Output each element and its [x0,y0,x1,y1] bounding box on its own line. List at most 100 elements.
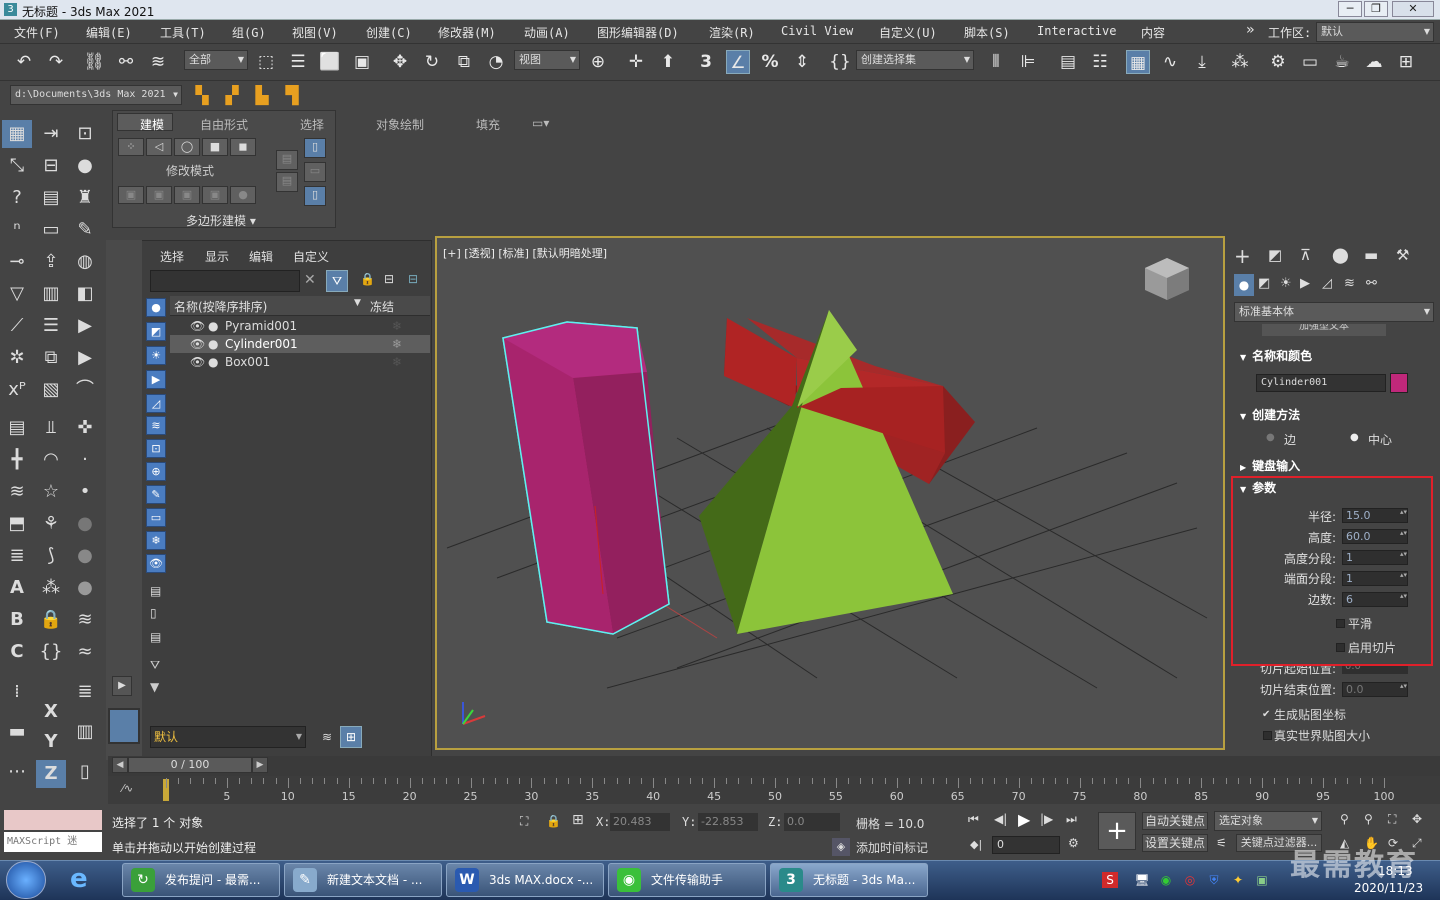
brush-tool-icon[interactable]: ⌒ [70,376,100,404]
current-frame-spinner[interactable]: 0 [992,836,1060,854]
tab-modeling[interactable]: 建模 [140,116,164,133]
visibility-eye-icon[interactable]: 👁 [190,317,205,335]
task-3dsmax[interactable]: 3 无标题 - 3ds Ma... [770,863,928,897]
display-containers-icon[interactable]: ▭ [146,508,166,527]
x-coord-field[interactable]: 20.483 [610,813,670,831]
visibility-eye-icon[interactable]: 👁 [190,335,205,353]
poly-modeling-dropdown[interactable]: 多边形建模 ▾ [186,212,256,229]
create-tab-icon[interactable]: + [1234,244,1251,268]
speaker-tool-icon[interactable]: ◧ [70,280,100,308]
paint-tool-icon[interactable]: ⟆ [36,542,66,570]
textplus-button[interactable]: 加强型文本 [1262,324,1386,336]
shapes-icon[interactable]: ◩ [1258,276,1270,291]
dope-sheet-icon[interactable]: ⤓ [1190,50,1214,74]
reference-coord-dropdown[interactable]: 视图 ▼ [514,50,580,70]
layer-tool-icon[interactable]: ▤ [36,184,66,212]
key-mode-toggle-icon[interactable]: + [1098,812,1136,850]
slice-from-spinner[interactable]: 0.0 [1342,666,1408,674]
menu-customize[interactable]: 自定义(U) [879,24,937,41]
border-mode-button[interactable]: ◯ [174,138,200,156]
ribbon-btn-2[interactable]: ▣ [146,186,172,204]
display-none-icon[interactable]: ▯ [150,606,157,620]
scene-row-pyramid[interactable]: 👁 ● Pyramid001 ❄ [170,317,430,335]
display-frozen-icon[interactable]: ❄ [146,531,166,550]
named-selection-dropdown[interactable]: 创建选择集 ▼ [856,50,974,70]
motion-tab-icon[interactable]: ⬤ [1332,246,1349,264]
brace-tool-icon[interactable]: {} [36,638,66,666]
antivirus-tray-icon[interactable]: ◎ [1182,872,1198,888]
modify-tab-icon[interactable]: ◩ [1268,246,1282,264]
small-dot-icon[interactable]: • [70,478,100,506]
close-button[interactable]: ✕ [1392,1,1434,17]
task-notepad[interactable]: ✎ 新建文本文档 - ... [284,863,442,897]
category-dropdown[interactable]: 标准基本体 ▼ [1234,302,1434,322]
wechat-tray-icon[interactable]: ◉ [1158,872,1174,888]
time-config-icon[interactable]: ⚙ [1068,836,1079,850]
mirror-tool-icon[interactable]: ⫫ [36,414,66,442]
globe-tool-icon[interactable]: ◍ [70,248,100,276]
task-feedback[interactable]: ↻ 发布提问 - 最需... [122,863,280,897]
axis-x-icon[interactable]: X [36,698,66,726]
vertex-mode-button[interactable]: ⁘ [118,138,144,156]
ie-icon[interactable]: e [70,864,88,894]
ribbon-side-btn-4[interactable]: ▭ [304,162,326,182]
y-coord-field[interactable]: -22.853 [698,813,758,831]
schematic-view-icon[interactable]: ⁂ [1228,50,1252,74]
toggle-scene-explorer-icon[interactable]: ▤ [1056,50,1080,74]
selected-object-dropdown[interactable]: 选定对象 ▼ [1214,811,1322,831]
move-icon[interactable]: ✥ [388,50,412,74]
explorer-menu-customize[interactable]: 自定义 [293,248,329,265]
copy-tool-icon[interactable]: ⧉ [36,344,66,372]
upload-tool-icon[interactable]: ⇪ [36,248,66,276]
measure-tool-icon[interactable]: ⊸ [2,248,32,276]
select-object-icon[interactable]: ⬚ [254,50,278,74]
project-path-dropdown[interactable]: d:\Documents\3ds Max 2021 ▼ [10,85,182,105]
display-shapes-icon[interactable]: ◩ [146,322,166,341]
render-setup-icon[interactable]: ⚙ [1266,50,1290,74]
scene-row-box[interactable]: 👁 ● Box001 ❄ [170,353,430,371]
tab-freeform[interactable]: 自由形式 [200,116,248,133]
layer-manager-icon[interactable]: ⊞ [340,726,362,748]
pen-tool-icon[interactable]: ✎ [70,216,100,244]
stack5-tool-icon[interactable]: ▥ [70,718,100,746]
ribbon-side-btn-1[interactable]: ▤ [276,150,298,170]
viewport-layout-icon[interactable] [108,708,140,744]
create-project-icon[interactable]: ▙ [250,84,274,108]
hierarchy-icon[interactable]: ⊡ [70,120,100,148]
menu-group[interactable]: 组(G) [232,24,266,41]
pipette-tool-icon[interactable]: ⟋ [2,312,32,340]
prev-key-icon[interactable]: ◀| [994,812,1007,826]
set-key-button[interactable]: 设置关键点 [1142,834,1208,852]
time-tag-icon[interactable]: ◈ [832,838,850,856]
go-start-icon[interactable]: ⏮ [968,812,979,827]
axis-y-icon[interactable]: Y [36,728,66,756]
snap-toggle-icon[interactable]: 3 [694,50,718,74]
tab-object-paint[interactable]: 对象绘制 [376,116,424,133]
menu-scripting[interactable]: 脚本(S) [964,24,1010,41]
list-tool-icon[interactable]: ☰ [36,312,66,340]
chevron-right-icon[interactable]: » [1246,22,1254,38]
menu-animation[interactable]: 动画(A) [524,24,570,41]
display-bones-icon[interactable]: ✎ [146,485,166,504]
helpers-icon[interactable]: ◿ [1322,276,1332,291]
rotate-icon[interactable]: ↻ [420,50,444,74]
edit-named-sets-icon[interactable]: {} [828,50,852,74]
sort-desc-icon[interactable]: ▼ [354,298,361,308]
hierarchy-tab-icon[interactable]: ⊼ [1300,246,1311,264]
tab-selection[interactable]: 选择 [300,116,324,133]
display-tab-icon[interactable]: ▬ [1364,246,1378,264]
hint-tool-icon[interactable]: ⁿ [2,216,32,244]
maxscript-listener[interactable]: MAXScript 迷 [4,832,102,852]
menu-interactive[interactable]: Interactive [1037,24,1116,38]
text-a-icon[interactable]: A [2,574,32,602]
zoom-extents-icon[interactable]: ⛶ [1388,812,1396,827]
cameras-icon[interactable]: ▶ [1300,276,1310,291]
element-mode-button[interactable]: ◼ [230,138,256,156]
create-panel-icon[interactable]: ⇥ [36,120,66,148]
layers2-tool-icon[interactable]: ≋ [70,606,100,634]
radio-edge[interactable]: ● [1266,432,1275,443]
play-icon[interactable]: ▶ [1018,810,1030,829]
time-slider-thumb[interactable]: 0 / 100 [128,757,252,773]
keyboard-shortcut-icon[interactable]: ⬆ [656,50,680,74]
link-icon[interactable]: ⛓ [82,50,106,74]
